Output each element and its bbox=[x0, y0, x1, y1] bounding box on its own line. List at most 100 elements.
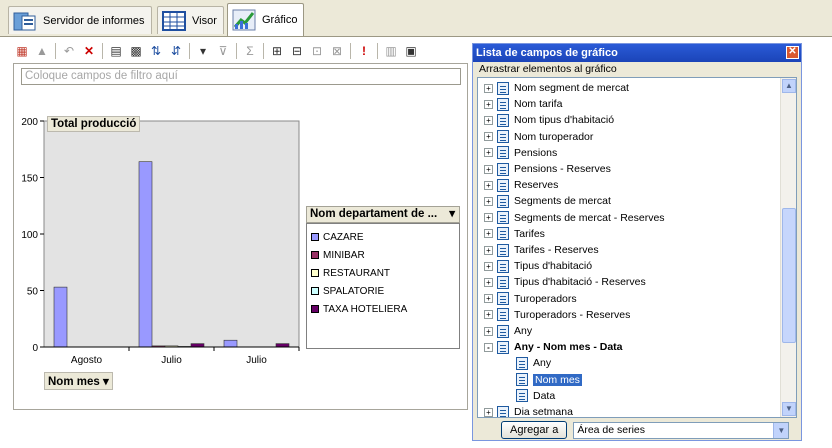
expand-icon[interactable]: + bbox=[484, 164, 493, 174]
tree-item[interactable]: + Nom turoperador bbox=[484, 129, 593, 145]
tree-item[interactable]: + Segments de mercat bbox=[484, 193, 611, 209]
scroll-thumb[interactable] bbox=[782, 208, 796, 343]
tree-item-label: Tarifes bbox=[514, 227, 545, 240]
field-icon bbox=[497, 162, 509, 176]
tree-item[interactable]: + Nom tarifa bbox=[484, 96, 562, 112]
expand-icon[interactable]: + bbox=[484, 115, 493, 125]
collapse-icon[interactable]: - bbox=[484, 342, 493, 352]
expand-icon[interactable]: + bbox=[484, 83, 493, 93]
tree-child-item[interactable]: Any bbox=[516, 355, 551, 371]
bar bbox=[190, 343, 205, 348]
expand-icon[interactable]: + bbox=[484, 261, 493, 271]
bar bbox=[53, 286, 68, 348]
field-icon bbox=[516, 389, 528, 403]
expand-icon[interactable]: + bbox=[484, 294, 493, 304]
field-icon bbox=[497, 259, 509, 273]
field-icon bbox=[497, 405, 509, 417]
undo-icon[interactable]: ↶ bbox=[60, 42, 78, 60]
panel-title: Lista de campos de gráfico bbox=[476, 47, 618, 59]
pivot-icon[interactable]: ▦ bbox=[13, 42, 31, 60]
tree-item[interactable]: + Tipus d'habitació bbox=[484, 258, 592, 274]
show-details-icon[interactable]: ⊠ bbox=[328, 42, 346, 60]
main-area: ▦ ▲ ↶ ✕ ▤ ▩ ⇅ ⇵ ▾ ⊽ Σ ⊞ ⊟ ⊡ ⊠ ! ▥ ▣ Colo… bbox=[0, 36, 832, 448]
field-list-icon[interactable]: ▤ bbox=[107, 42, 125, 60]
expand-icon[interactable]: + bbox=[484, 148, 493, 158]
chart-type-icon[interactable]: ▲ bbox=[33, 42, 51, 60]
tree-item[interactable]: + Any bbox=[484, 323, 532, 339]
field-icon bbox=[497, 243, 509, 257]
hide-details-icon[interactable]: ⊡ bbox=[308, 42, 326, 60]
expand-icon[interactable]: + bbox=[484, 310, 493, 320]
filter-icon[interactable]: ⊽ bbox=[214, 42, 232, 60]
add-to-button[interactable]: Agregar a bbox=[501, 421, 568, 439]
field-icon bbox=[497, 113, 509, 127]
y-tick-label: 150 bbox=[21, 174, 38, 185]
toolbar-separator bbox=[263, 43, 264, 59]
tree-item[interactable]: - Any - Nom mes - Data bbox=[484, 339, 623, 355]
delete-icon[interactable]: ✕ bbox=[80, 42, 98, 60]
expand-icon[interactable]: + bbox=[484, 407, 493, 417]
tree-item[interactable]: + Nom tipus d'habitació bbox=[484, 112, 614, 128]
tree-child-item[interactable]: Data bbox=[516, 388, 555, 404]
tree-item[interactable]: + Tipus d'habitació - Reserves bbox=[484, 274, 646, 290]
legend-item: SPALATORIE bbox=[307, 282, 459, 300]
sort-asc-icon[interactable]: ⇅ bbox=[147, 42, 165, 60]
tree-item[interactable]: + Dia setmana bbox=[484, 404, 573, 417]
properties-icon[interactable]: ▣ bbox=[402, 42, 420, 60]
legend-label: SPALATORIE bbox=[323, 285, 385, 297]
panel-footer: Agregar a Área de series ▼ bbox=[473, 420, 801, 440]
fields-icon[interactable]: ▩ bbox=[127, 42, 145, 60]
collapse-icon[interactable]: ⊟ bbox=[288, 42, 306, 60]
tree-item[interactable]: + Pensions - Reserves bbox=[484, 161, 611, 177]
data-field-button[interactable]: Total producció bbox=[47, 116, 141, 132]
error-icon[interactable]: ! bbox=[355, 42, 373, 60]
dropdown-arrow-icon: ▾ bbox=[102, 376, 109, 388]
tree-item-label: Turoperadors bbox=[514, 292, 577, 305]
tree-item[interactable]: + Nom segment de mercat bbox=[484, 80, 629, 96]
tree-item[interactable]: + Turoperadors - Reserves bbox=[484, 307, 630, 323]
dropdown-arrow-icon: ▾ bbox=[449, 208, 455, 220]
expand-icon[interactable]: + bbox=[484, 245, 493, 255]
autofilter-icon[interactable]: ▾ bbox=[194, 42, 212, 60]
tab-viewer[interactable]: Visor bbox=[157, 6, 224, 34]
field-icon bbox=[516, 373, 528, 387]
tree-item[interactable]: + Reserves bbox=[484, 177, 558, 193]
tree-item[interactable]: + Turoperadors bbox=[484, 291, 577, 307]
tab-report-server[interactable]: Servidor de informes bbox=[8, 6, 152, 34]
report-server-icon bbox=[13, 12, 36, 30]
tree-item-label: Data bbox=[533, 389, 556, 402]
expand-icon[interactable]: + bbox=[484, 180, 493, 190]
scroll-down-icon[interactable]: ▼ bbox=[782, 402, 796, 416]
expand-icon[interactable]: + bbox=[484, 132, 493, 142]
tab-chart[interactable]: Gráfico bbox=[227, 3, 305, 36]
tree-item-label: Pensions - Reserves bbox=[514, 163, 611, 175]
tree-item[interactable]: + Tarifes - Reserves bbox=[484, 242, 599, 258]
vertical-scrollbar[interactable]: ▲ ▼ bbox=[780, 78, 796, 417]
category-field-button[interactable]: Nom mes ▾ bbox=[44, 372, 113, 390]
tree-item[interactable]: + Pensions bbox=[484, 145, 557, 161]
tree-item[interactable]: + Segments de mercat - Reserves bbox=[484, 210, 665, 226]
area-select[interactable]: Área de series ▼ bbox=[573, 421, 790, 439]
field-tree[interactable]: + Dia setmana Data Nom mes Any - Any - Nom mes… bbox=[477, 77, 797, 418]
expand-icon[interactable]: + bbox=[484, 99, 493, 109]
expand-icon[interactable]: + bbox=[484, 196, 493, 206]
legend-label: RESTAURANT bbox=[323, 267, 391, 279]
y-tick-label: 0 bbox=[32, 343, 38, 354]
tree-item[interactable]: + Tarifes bbox=[484, 226, 545, 242]
tree-item-label: Segments de mercat - Reserves bbox=[514, 211, 665, 224]
expand-icon[interactable]: + bbox=[484, 277, 493, 287]
tree-child-item[interactable]: Nom mes bbox=[516, 372, 582, 388]
expand-icon[interactable]: + bbox=[484, 229, 493, 239]
expand-icon[interactable]: + bbox=[484, 213, 493, 223]
bar bbox=[138, 161, 153, 348]
legend-swatch bbox=[311, 233, 319, 241]
series-field-button[interactable]: Nom departament de ... ▾ bbox=[306, 206, 460, 223]
expand-icon[interactable]: ⊞ bbox=[268, 42, 286, 60]
chevron-down-icon[interactable]: ▼ bbox=[773, 422, 789, 438]
close-icon[interactable]: ✕ bbox=[786, 46, 799, 59]
sort-desc-icon[interactable]: ⇵ bbox=[167, 42, 185, 60]
scroll-up-icon[interactable]: ▲ bbox=[782, 79, 796, 93]
expand-icon[interactable]: + bbox=[484, 326, 493, 336]
export-icon[interactable]: ▥ bbox=[382, 42, 400, 60]
autocalc-icon[interactable]: Σ bbox=[241, 42, 259, 60]
